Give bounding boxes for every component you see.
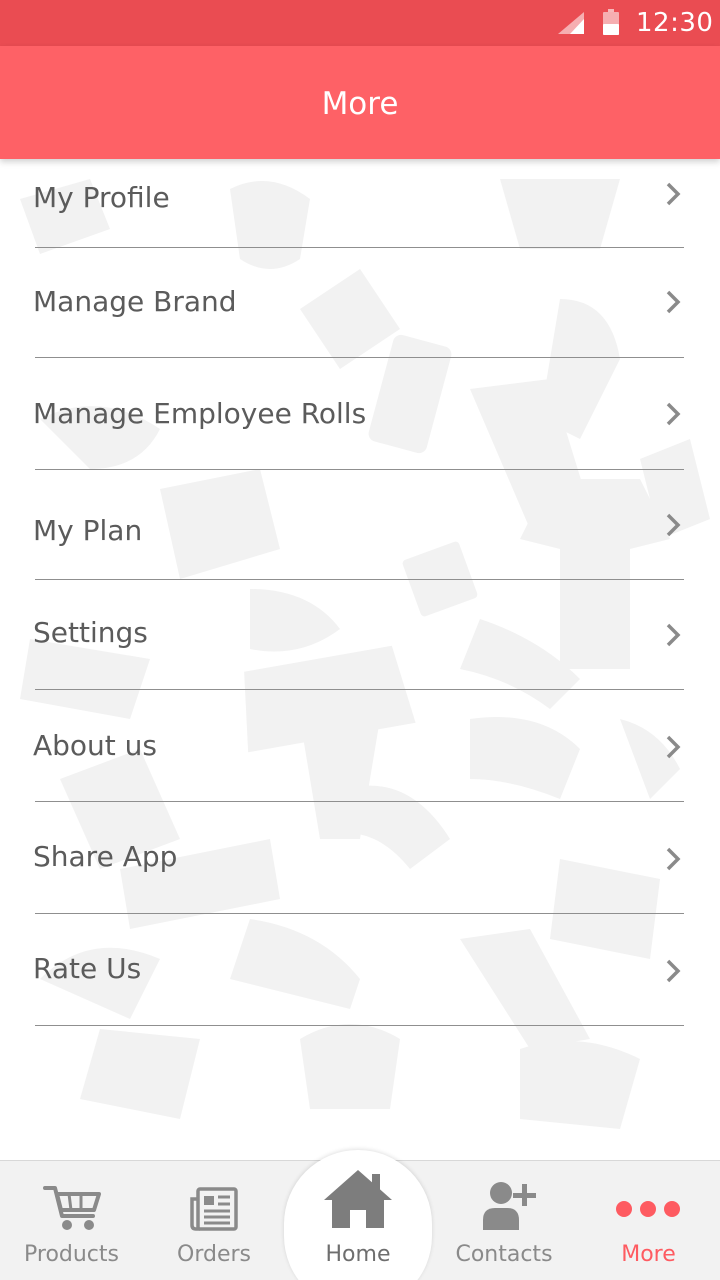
nav-item-orders[interactable]: Orders xyxy=(143,1160,285,1280)
menu-item-my-profile[interactable]: My Profile xyxy=(0,159,720,248)
chevron-right-icon xyxy=(666,513,681,537)
cart-icon xyxy=(43,1186,101,1230)
menu-item-rate-us[interactable]: Rate Us xyxy=(0,914,720,1026)
menu-item-my-plan[interactable]: My Plan xyxy=(0,470,720,579)
nav-label: More xyxy=(621,1242,676,1267)
home-icon xyxy=(324,1170,392,1228)
nav-item-more[interactable]: More xyxy=(577,1160,720,1280)
menu-item-settings[interactable]: Settings xyxy=(0,580,720,690)
chevron-right-icon xyxy=(666,847,681,871)
chevron-right-icon xyxy=(666,623,681,647)
menu-item-label: My Profile xyxy=(33,181,170,214)
page-title: More xyxy=(321,86,399,122)
menu-item-label: Share App xyxy=(33,840,178,873)
menu-item-label: Rate Us xyxy=(33,952,142,985)
menu-item-label: Manage Employee Rolls xyxy=(33,397,367,430)
newspaper-icon xyxy=(190,1187,238,1231)
nav-label: Products xyxy=(24,1242,119,1267)
app-bar: More xyxy=(0,46,720,159)
signal-icon xyxy=(558,12,584,34)
more-dots-icon xyxy=(616,1201,680,1217)
nav-label: Contacts xyxy=(455,1242,553,1267)
menu-item-about-us[interactable]: About us xyxy=(0,690,720,802)
status-time: 12:30 xyxy=(636,8,714,38)
menu-item-label: Manage Brand xyxy=(33,285,237,318)
status-bar: 12:30 xyxy=(0,0,720,46)
nav-label: Orders xyxy=(177,1242,251,1267)
menu-list: My Profile Manage Brand Manage Employee … xyxy=(0,159,720,1160)
chevron-right-icon xyxy=(666,959,681,983)
menu-item-manage-brand[interactable]: Manage Brand xyxy=(0,248,720,358)
add-contact-icon xyxy=(483,1182,536,1230)
nav-item-contacts[interactable]: Contacts xyxy=(431,1160,577,1280)
chevron-right-icon xyxy=(666,735,681,759)
menu-item-share-app[interactable]: Share App xyxy=(0,802,720,914)
nav-label: Home xyxy=(325,1242,391,1267)
chevron-right-icon xyxy=(666,182,681,206)
nav-item-products[interactable]: Products xyxy=(0,1160,143,1280)
menu-item-label: About us xyxy=(33,729,158,762)
divider xyxy=(35,1025,684,1026)
battery-icon xyxy=(603,9,619,35)
chevron-right-icon xyxy=(666,402,681,426)
nav-item-home[interactable]: Home xyxy=(285,1160,431,1280)
menu-item-label: My Plan xyxy=(33,514,143,547)
menu-item-manage-employee-rolls[interactable]: Manage Employee Rolls xyxy=(0,358,720,469)
chevron-right-icon xyxy=(666,290,681,314)
menu-item-label: Settings xyxy=(33,616,148,649)
